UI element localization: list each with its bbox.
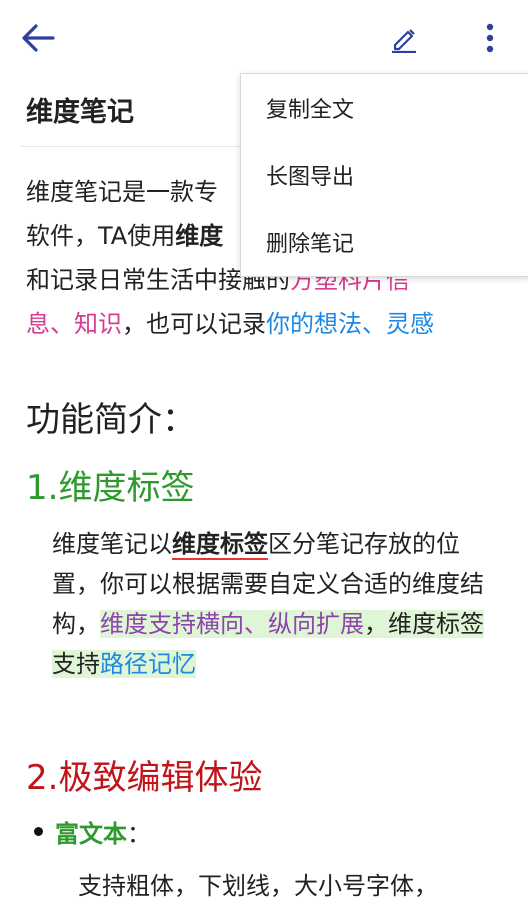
note-title: 维度笔记 <box>26 97 134 128</box>
more-vert-icon <box>486 23 494 53</box>
intro-pink-text: 息、知识 <box>26 310 122 338</box>
menu-item-delete-note[interactable]: 删除笔记 <box>241 208 528 275</box>
intro-bold-text: 维度 <box>175 222 224 250</box>
arrow-left-icon <box>22 24 55 52</box>
list-item-rich-text: 富文本： <box>34 814 151 849</box>
paragraph-text: 维度笔记以 <box>52 530 172 558</box>
section-heading-features: 功能简介： <box>26 400 196 440</box>
menu-item-copy-all[interactable]: 复制全文 <box>241 74 528 141</box>
edit-button[interactable] <box>380 16 428 60</box>
rich-text-paragraph: 支持粗体，下划线，大小号字体， <box>78 872 438 900</box>
dimension-tags-paragraph[interactable]: 维度笔记以维度标签区分笔记存放的位置，你可以根据需要自定义合适的维度结构，维度支… <box>52 524 492 684</box>
overflow-menu: 复制全文 长图导出 删除笔记 <box>240 73 528 277</box>
intro-text: ，也可以记录 <box>122 310 266 338</box>
highlighted-blue-text: 路径记忆 <box>100 650 196 678</box>
intro-text: 维度笔记是一款专 <box>26 178 218 206</box>
intro-text: 软件，TA使用 <box>26 222 176 250</box>
menu-item-export-long-image[interactable]: 长图导出 <box>241 141 528 208</box>
back-button[interactable] <box>14 16 62 60</box>
more-options-button[interactable] <box>468 16 512 60</box>
bullet-dot <box>34 827 43 836</box>
colon: ： <box>127 820 151 848</box>
rich-text-label: 富文本 <box>55 820 127 848</box>
top-app-bar <box>0 0 528 76</box>
highlighted-purple-text: 维度支持横向、纵向扩展 <box>100 610 364 638</box>
intro-blue-text: 你的想法、灵感 <box>266 310 434 338</box>
section-heading-dimension-tags: 1.维度标签 <box>26 468 195 508</box>
pencil-icon <box>392 29 416 53</box>
bold-underlined-text: 维度标签 <box>172 530 268 560</box>
section-heading-editing: 2.极致编辑体验 <box>26 758 263 798</box>
